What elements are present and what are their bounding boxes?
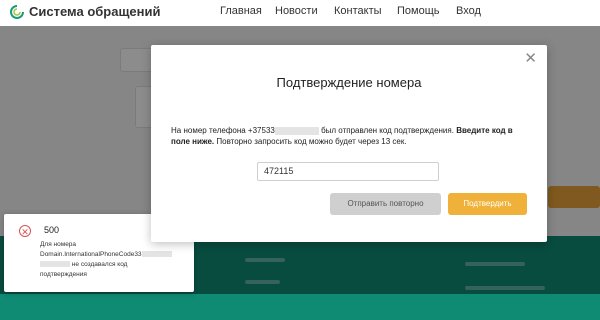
top-header: Система обращений Главная Новости Контак… [0,0,600,26]
nav-help[interactable]: Помощь [397,5,440,17]
nav-contacts[interactable]: Контакты [334,5,382,17]
resend-button[interactable]: Отправить повторно [330,193,441,215]
confirm-button[interactable]: Подтвердить [448,193,527,215]
close-icon[interactable]: ✕ [524,51,537,66]
logo-icon [10,4,24,19]
modal-title: Подтверждение номера [276,75,422,90]
toast-message: Для номера Domain.InternationalPhoneCode… [40,240,190,280]
nav-login[interactable]: Вход [456,5,481,17]
redacted-block [40,261,70,268]
redacted-block [274,126,319,135]
code-input[interactable]: 472115 [257,162,439,181]
phone-confirmation-modal: ✕ Подтверждение номера На номер телефона… [151,45,547,242]
toast-title: 500 [44,225,60,235]
modal-message: На номер телефона +37533 был отправлен к… [171,126,513,146]
error-icon: ✕ [19,225,31,237]
redacted-block [141,251,172,258]
brand[interactable]: Система обращений [10,4,161,19]
brand-title: Система обращений [29,4,161,19]
nav-news[interactable]: Новости [275,5,318,17]
nav-home[interactable]: Главная [220,5,262,17]
